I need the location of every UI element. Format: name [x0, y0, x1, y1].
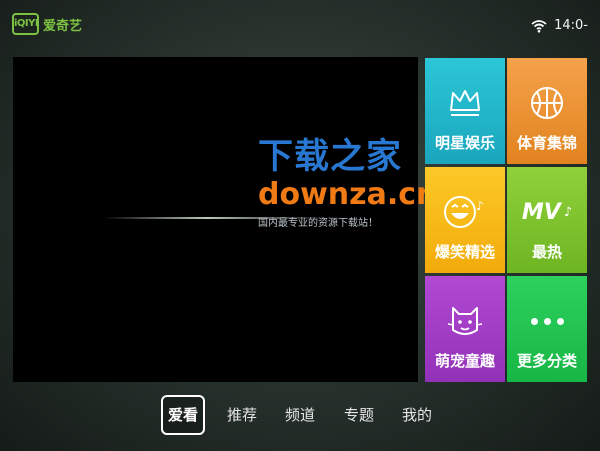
- tile-sports-highlights[interactable]: 体育集锦: [507, 58, 587, 164]
- pet-cat-icon: [447, 307, 483, 335]
- watermark-tagline: 国内最专业的资源下载站！: [258, 218, 378, 229]
- tile-cute-pets[interactable]: 萌宠童趣: [425, 276, 505, 382]
- tile-label: 明星娱乐: [434, 134, 495, 152]
- watermark-title: 下载之家: [258, 137, 403, 177]
- tile-mv-hottest[interactable]: MV ♪ 最热: [507, 167, 587, 273]
- music-note-icon: ♪: [563, 204, 573, 220]
- app-name: 爱奇艺: [43, 18, 83, 34]
- top-bar: iQIYI 爱奇艺 14:0-: [0, 0, 600, 52]
- crown-icon: [450, 90, 480, 116]
- more-dots-icon: [530, 317, 564, 325]
- logo-mark: iQIYI: [12, 13, 39, 35]
- nav-item-recommend[interactable]: 推荐: [226, 395, 258, 435]
- watermark-domain: downza.cn: [258, 177, 438, 212]
- clock: 14:0-: [554, 18, 588, 33]
- nav-item-aikan[interactable]: 爱看: [161, 395, 205, 435]
- bottom-nav: 爱看 推荐 频道 专题 我的: [0, 395, 600, 435]
- tile-label: 萌宠童趣: [434, 352, 495, 370]
- status-area: 14:0-: [531, 18, 588, 33]
- laughing-face-icon: ♪: [444, 196, 484, 228]
- tile-label: 爆笑精选: [434, 243, 495, 261]
- watermark: 下载之家 downza.cn 国内最专业的资源下载站！: [258, 128, 438, 229]
- nav-item-topics[interactable]: 专题: [343, 395, 375, 435]
- mv-music-icon: MV ♪: [522, 187, 572, 237]
- tile-star-entertainment[interactable]: 明星娱乐: [425, 58, 505, 164]
- tile-more-categories[interactable]: 更多分类: [507, 276, 587, 382]
- wifi-icon: [531, 19, 547, 33]
- tile-label: 体育集锦: [516, 134, 577, 152]
- tile-funny-picks[interactable]: ♪ 爆笑精选: [425, 167, 505, 273]
- basketball-icon: [531, 87, 563, 119]
- nav-item-channels[interactable]: 频道: [284, 395, 316, 435]
- tile-label: 最热: [531, 243, 562, 261]
- mv-icon-text: MV: [521, 199, 561, 225]
- svg-text:♪: ♪: [476, 199, 484, 213]
- tile-label: 更多分类: [516, 352, 577, 370]
- iqiyi-logo: iQIYI 爱奇艺: [12, 13, 82, 35]
- nav-item-mine[interactable]: 我的: [401, 395, 433, 435]
